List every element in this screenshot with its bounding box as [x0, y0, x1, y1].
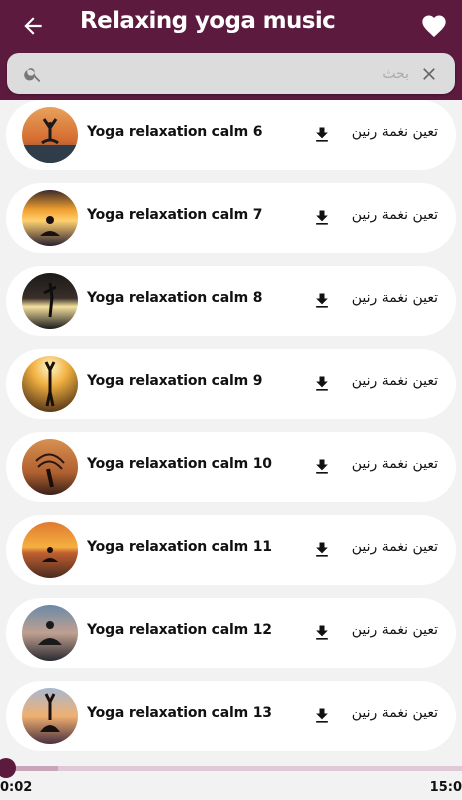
search-icon[interactable] [23, 64, 43, 84]
set-ringtone-link[interactable]: تعين نغمة رنين [352, 207, 438, 223]
search-input[interactable] [57, 61, 411, 87]
track-thumbnail [22, 356, 78, 412]
set-ringtone-link[interactable]: تعين نغمة رنين [352, 539, 438, 555]
download-icon[interactable] [312, 540, 332, 560]
list-item[interactable]: Yoga relaxation calm 12 تعين نغمة رنين [6, 598, 456, 668]
track-name: Yoga relaxation calm 10 [87, 456, 272, 472]
current-time: 0:02 [0, 780, 33, 795]
list-item[interactable]: Yoga relaxation calm 10 تعين نغمة رنين [6, 432, 456, 502]
download-icon[interactable] [312, 125, 332, 145]
track-thumbnail [22, 605, 78, 661]
seek-bar[interactable] [0, 766, 462, 771]
track-name: Yoga relaxation calm 11 [87, 539, 272, 555]
total-time: 15:0 [429, 780, 462, 795]
track-name: Yoga relaxation calm 7 [87, 207, 263, 223]
download-icon[interactable] [312, 374, 332, 394]
search-bar [7, 53, 455, 94]
track-name: Yoga relaxation calm 9 [87, 373, 263, 389]
download-icon[interactable] [312, 706, 332, 726]
seek-thumb[interactable] [0, 758, 16, 778]
download-icon[interactable] [312, 291, 332, 311]
track-name: Yoga relaxation calm 8 [87, 290, 263, 306]
set-ringtone-link[interactable]: تعين نغمة رنين [352, 373, 438, 389]
page-title: Relaxing yoga music [80, 8, 336, 34]
set-ringtone-link[interactable]: تعين نغمة رنين [352, 622, 438, 638]
track-name: Yoga relaxation calm 12 [87, 622, 272, 638]
heart-icon [422, 15, 446, 37]
track-thumbnail [22, 190, 78, 246]
track-thumbnail [22, 522, 78, 578]
track-thumbnail [22, 439, 78, 495]
track-name: Yoga relaxation calm 13 [87, 705, 272, 721]
set-ringtone-link[interactable]: تعين نغمة رنين [352, 705, 438, 721]
back-button[interactable] [18, 12, 48, 40]
track-thumbnail [22, 107, 78, 163]
download-icon[interactable] [312, 208, 332, 228]
arrow-left-icon [24, 17, 42, 35]
track-thumbnail [22, 273, 78, 329]
list-item[interactable]: Yoga relaxation calm 6 تعين نغمة رنين [6, 100, 456, 170]
track-name: Yoga relaxation calm 6 [87, 124, 263, 140]
set-ringtone-link[interactable]: تعين نغمة رنين [352, 124, 438, 140]
download-icon[interactable] [312, 457, 332, 477]
list-item[interactable]: Yoga relaxation calm 11 تعين نغمة رنين [6, 515, 456, 585]
list-item[interactable]: Yoga relaxation calm 13 تعين نغمة رنين [6, 681, 456, 751]
download-icon[interactable] [312, 623, 332, 643]
audio-player: 0:02 15:0 [0, 752, 462, 800]
track-thumbnail [22, 688, 78, 744]
close-icon[interactable] [419, 64, 439, 84]
list-item[interactable]: Yoga relaxation calm 9 تعين نغمة رنين [6, 349, 456, 419]
set-ringtone-link[interactable]: تعين نغمة رنين [352, 290, 438, 306]
favorites-button[interactable] [420, 12, 448, 40]
list-item[interactable]: Yoga relaxation calm 8 تعين نغمة رنين [6, 266, 456, 336]
list-item[interactable]: Yoga relaxation calm 7 تعين نغمة رنين [6, 183, 456, 253]
set-ringtone-link[interactable]: تعين نغمة رنين [352, 456, 438, 472]
